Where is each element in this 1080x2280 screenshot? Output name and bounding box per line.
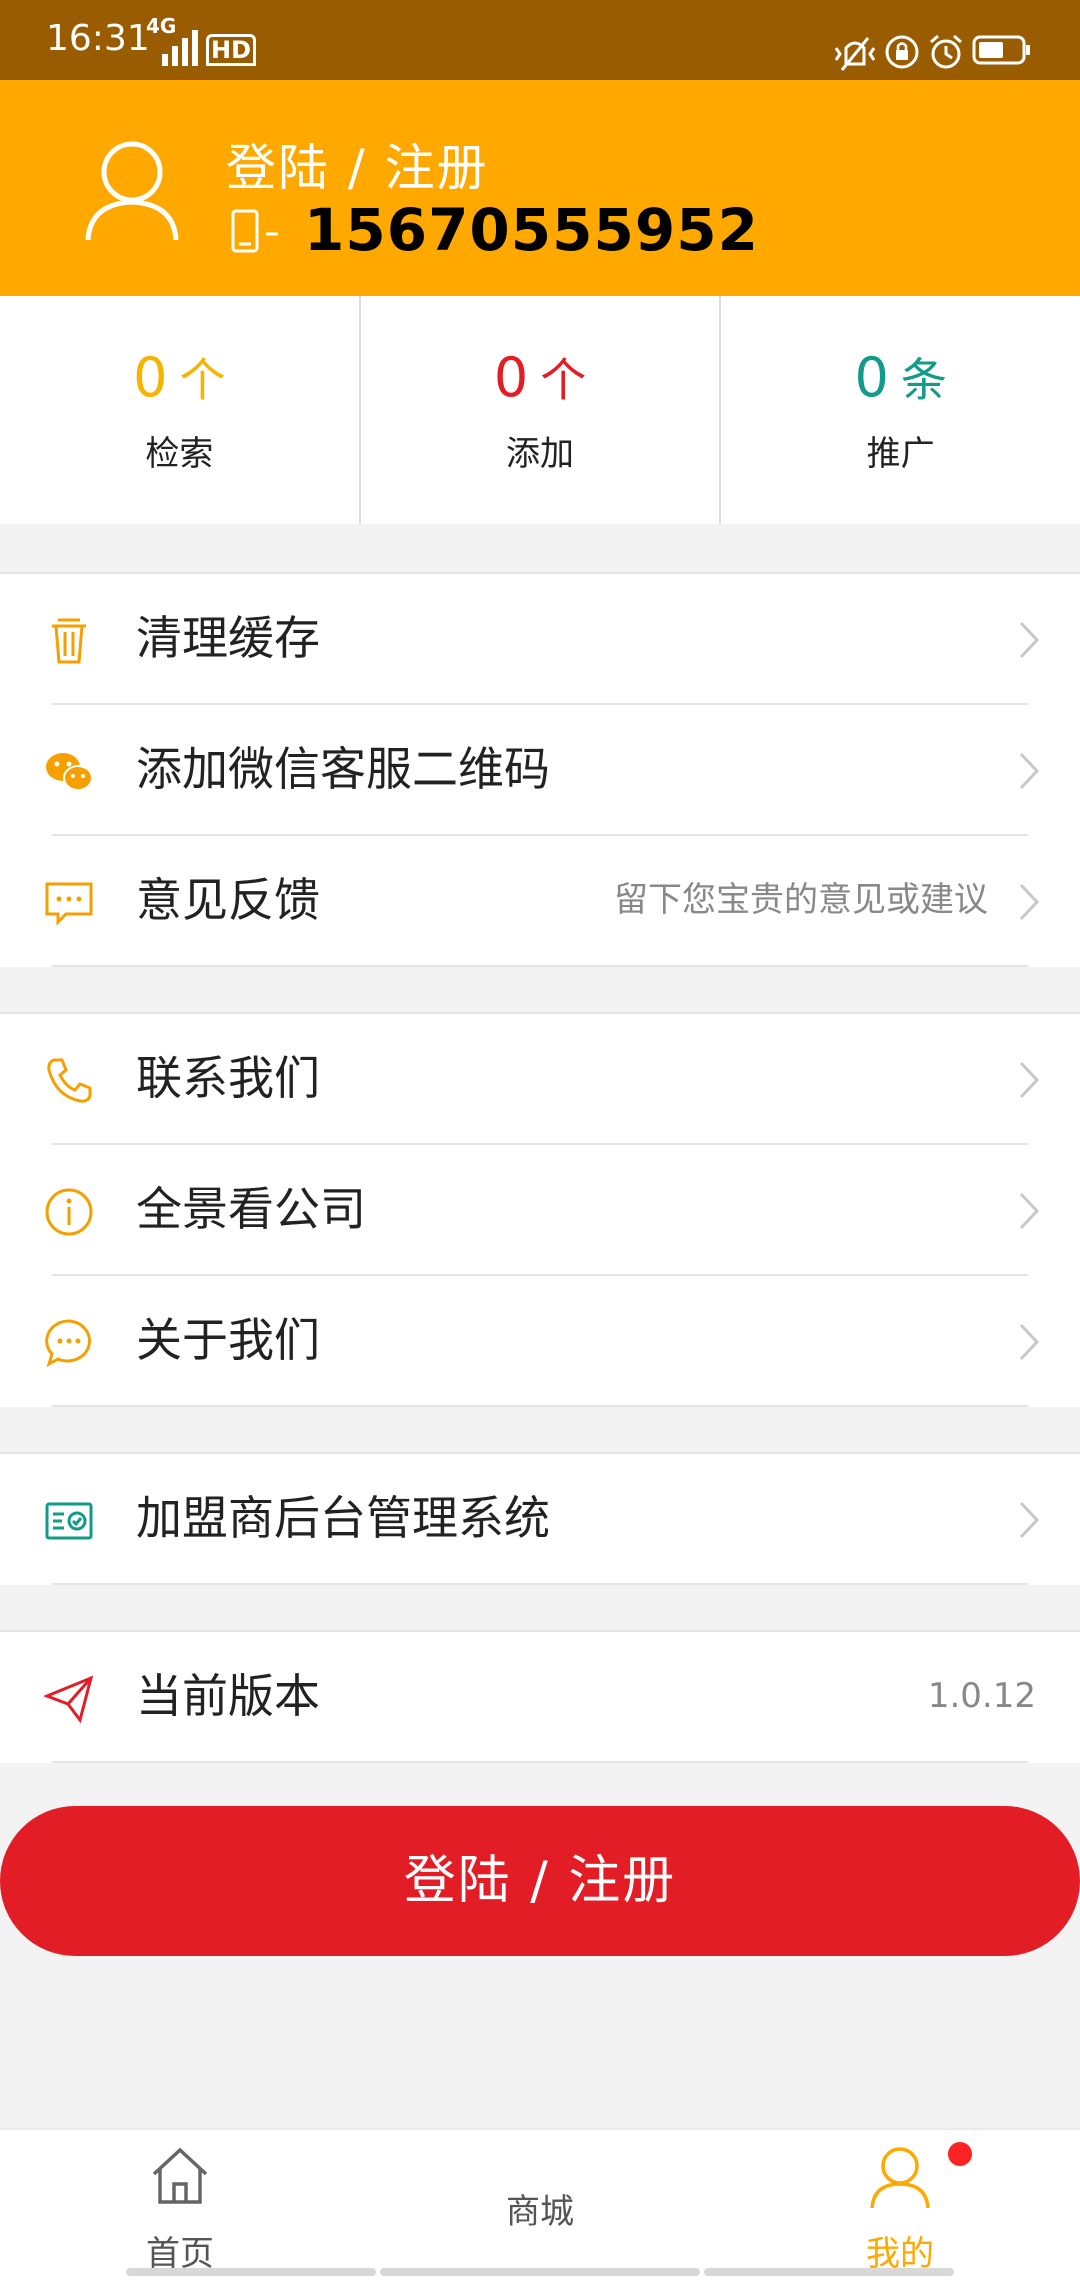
stats-panel: 0个 检索 0个 添加 0条 推广 <box>0 296 1080 524</box>
chat-icon <box>45 1319 91 1368</box>
tab-mall[interactable]: 商城 <box>360 2130 720 2280</box>
menu-feedback[interactable]: 意见反馈 留下您宝贵的意见或建议 <box>0 836 1080 967</box>
chevron-right-icon <box>1019 1061 1040 1099</box>
menu-label: 全景看公司 <box>136 1182 366 1236</box>
chevron-right-icon <box>1019 1323 1040 1361</box>
send-icon <box>44 1675 94 1724</box>
menu-group-version: 当前版本 1.0.12 <box>0 1630 1080 1763</box>
menu-add-wechat-qrcode[interactable]: 添加微信客服二维码 <box>0 705 1080 836</box>
phone-icon <box>47 1058 92 1103</box>
menu-label: 当前版本 <box>136 1669 320 1723</box>
menu-current-version[interactable]: 当前版本 1.0.12 <box>0 1632 1080 1763</box>
battery-icon <box>972 35 1030 65</box>
profile-header: 登陆 / 注册 15670555952 <box>0 80 1080 296</box>
stat-search-label: 检索 <box>145 434 214 474</box>
tab-home[interactable]: 首页 <box>0 2130 360 2280</box>
chevron-right-icon <box>1019 1192 1040 1230</box>
nav-indicator-2 <box>380 2268 700 2276</box>
login-register-link[interactable]: 登陆 / 注册 <box>226 128 489 200</box>
stat-add-value: 0个 <box>361 346 720 412</box>
stat-promote-number: 0 <box>854 346 889 409</box>
user-icon <box>870 2147 930 2209</box>
menu-panorama-company[interactable]: 全景看公司 <box>0 1145 1080 1276</box>
stat-search-value: 0个 <box>0 346 359 412</box>
stat-promote-value: 0条 <box>721 346 1080 412</box>
rotation-lock-icon <box>885 35 919 69</box>
menu-label: 加盟商后台管理系统 <box>136 1491 550 1545</box>
nav-indicator-3 <box>704 2268 954 2276</box>
stat-search-unit: 个 <box>179 353 226 407</box>
stat-promote-label: 推广 <box>866 434 935 474</box>
menu-about-us[interactable]: 关于我们 <box>0 1276 1080 1407</box>
stat-add[interactable]: 0个 添加 <box>358 296 720 524</box>
home-icon <box>152 2147 208 2204</box>
admin-card-icon <box>45 1502 93 1540</box>
chevron-right-icon <box>1019 1501 1040 1539</box>
notification-dot <box>948 2142 972 2166</box>
trash-icon <box>52 618 86 664</box>
bottom-tab-bar: 首页 商城 我的 <box>0 2128 1080 2280</box>
stat-promote[interactable]: 0条 推广 <box>719 296 1080 524</box>
chevron-right-icon <box>1019 752 1040 790</box>
nav-indicator-1 <box>126 2268 376 2276</box>
status-time: 16:31 <box>46 18 150 59</box>
vibrate-icon <box>834 37 876 71</box>
chevron-right-icon <box>1019 883 1040 921</box>
login-register-button[interactable]: 登陆 / 注册 <box>0 1806 1080 1956</box>
feedback-hint: 留下您宝贵的意见或建议 <box>614 880 988 920</box>
menu-label: 意见反馈 <box>136 873 320 927</box>
menu-group-admin: 加盟商后台管理系统 <box>0 1452 1080 1585</box>
wechat-icon <box>46 753 93 791</box>
menu-clear-cache[interactable]: 清理缓存 <box>0 574 1080 705</box>
menu-contact-us[interactable]: 联系我们 <box>0 1014 1080 1145</box>
info-icon <box>45 1188 93 1236</box>
mobile-phone-icon <box>231 209 278 253</box>
status-bar: 16:31 4G HD <box>0 0 1080 80</box>
menu-group-tools: 清理缓存 添加微信客服二维码 意见反馈 留下您宝贵的意见或建议 <box>0 572 1080 967</box>
menu-label: 联系我们 <box>136 1051 320 1105</box>
hd-badge: HD <box>206 34 257 66</box>
stat-add-label: 添加 <box>506 434 574 474</box>
menu-label: 清理缓存 <box>136 611 320 665</box>
stat-search-number: 0 <box>133 346 168 409</box>
stat-promote-unit: 条 <box>900 353 947 407</box>
stat-add-unit: 个 <box>540 353 587 407</box>
menu-label: 添加微信客服二维码 <box>136 742 550 796</box>
feedback-icon <box>45 882 93 926</box>
version-number: 1.0.12 <box>927 1676 1036 1716</box>
signal-icon <box>162 30 198 66</box>
phone-number: 15670555952 <box>304 196 759 264</box>
stat-search[interactable]: 0个 检索 <box>0 296 359 524</box>
menu-group-company: 联系我们 全景看公司 关于我们 <box>0 1012 1080 1407</box>
menu-label: 关于我们 <box>136 1313 320 1367</box>
avatar-icon[interactable] <box>84 138 180 242</box>
stat-add-number: 0 <box>493 346 529 409</box>
menu-franchise-admin[interactable]: 加盟商后台管理系统 <box>0 1454 1080 1585</box>
tab-mine[interactable]: 我的 <box>720 2130 1080 2280</box>
tab-mall-label: 商城 <box>506 2192 574 2232</box>
chevron-right-icon <box>1019 621 1040 659</box>
alarm-icon <box>930 34 962 69</box>
